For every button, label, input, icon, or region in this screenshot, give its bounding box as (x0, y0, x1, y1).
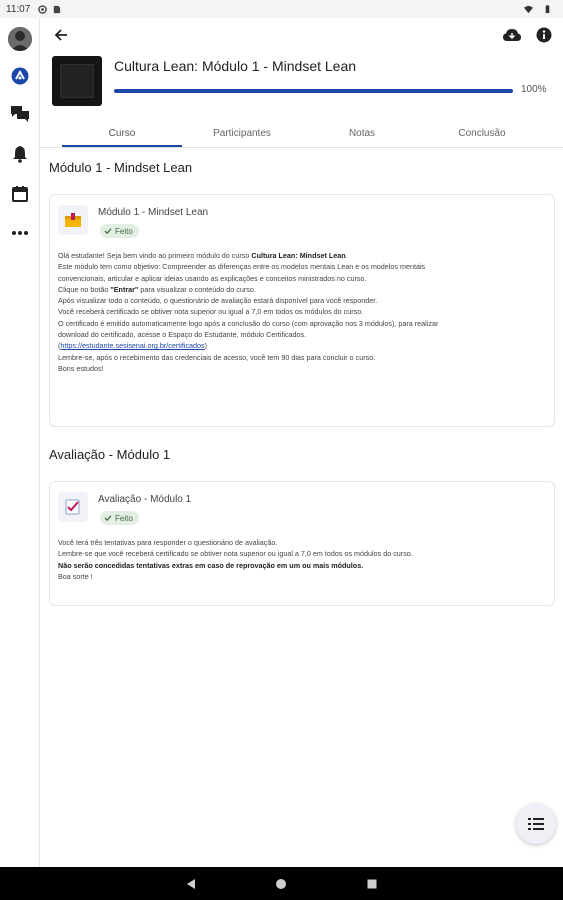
activity-description: Você terá três tentativas para responder… (58, 537, 548, 582)
description-line: (https://estudante.sesisenai.org.br/cert… (58, 341, 208, 351)
sd-card-icon (54, 5, 61, 13)
status-time: 11:07 (6, 3, 31, 15)
description-line: convencionais, articular e aplicar ideia… (58, 273, 367, 283)
nav-home-button[interactable] (273, 876, 289, 892)
description-line: O certificado é emitido automaticamente … (58, 318, 439, 328)
rail-item-calendar[interactable] (8, 182, 32, 206)
course-progress-fill (114, 89, 513, 93)
description-line: Você receberá certificado se obtiver not… (58, 307, 364, 317)
rail-item-notifications[interactable] (8, 142, 32, 166)
info-icon (536, 27, 552, 43)
status-bar: 11:07 (0, 0, 563, 18)
description-line: Não serão concedidas tentativas extras e… (58, 560, 364, 570)
list-icon (528, 818, 544, 830)
description-line: Olá estudante! Seja bem vindo ao primeir… (58, 251, 348, 260)
nav-back-button[interactable] (183, 876, 199, 892)
bell-icon (13, 146, 27, 163)
description-line: Boa sorte ! (58, 571, 93, 581)
nav-recents-button[interactable] (364, 876, 380, 892)
course-index-button[interactable] (516, 804, 556, 844)
completion-badge-label: Feito (115, 513, 133, 523)
dashboard-icon (11, 67, 29, 85)
tab-curso[interactable]: Curso (62, 118, 182, 148)
active-tab-indicator (62, 145, 182, 147)
chat-icon (11, 106, 29, 122)
description-line: Após visualizar todo o conteúdo, o quest… (58, 296, 378, 306)
sync-status-icon (38, 4, 48, 14)
description-line: Clique no botão "Entrar" para visualizar… (58, 284, 256, 294)
completion-badge: Feito (100, 511, 139, 525)
quiz-icon (65, 499, 80, 515)
course-tabs: Curso Participantes Notas Conclusão (40, 118, 563, 148)
completion-badge-label: Feito (115, 226, 133, 236)
avatar-image (8, 27, 32, 51)
battery-icon (545, 4, 550, 13)
app-bar (40, 18, 563, 52)
system-navigation-bar (0, 867, 563, 900)
activity-card[interactable]: Avaliação - Módulo 1 Feito Você terá trê… (49, 481, 555, 606)
section-title: Módulo 1 - Mindset Lean (49, 160, 193, 175)
cloud-download-icon (503, 29, 521, 41)
package-icon (65, 213, 81, 227)
section-title: Avaliação - Módulo 1 (49, 447, 171, 462)
description-line: Lembre-se que você receberá certificado … (58, 549, 413, 559)
description-line: download do certificado, acesse o Espaço… (58, 330, 307, 340)
description-line: Você terá três tentativas para responder… (58, 538, 278, 547)
rail-item-more[interactable] (8, 221, 32, 245)
navigation-rail (0, 18, 40, 867)
course-thumbnail (52, 56, 102, 106)
check-icon (104, 228, 112, 235)
course-title: Cultura Lean: Módulo 1 - Mindset Lean (114, 58, 357, 74)
nav-recents-icon (367, 879, 377, 889)
activity-icon (58, 205, 88, 235)
activity-description: Olá estudante! Seja bem vindo ao primeir… (58, 250, 548, 374)
calendar-icon (12, 186, 28, 202)
course-progress-label: 100% (521, 84, 547, 95)
course-header: Cultura Lean: Módulo 1 - Mindset Lean 10… (52, 56, 552, 110)
nav-back-icon (187, 879, 195, 889)
tab-conclusao[interactable]: Conclusão (422, 118, 542, 148)
check-icon (104, 515, 112, 522)
more-icon (12, 231, 28, 235)
tab-notas[interactable]: Notas (302, 118, 422, 148)
certificates-link[interactable]: https://estudante.sesisenai.org.br/certi… (60, 341, 204, 350)
arrow-left-icon (54, 29, 67, 41)
description-line: Lembre-se, após o recebimento das creden… (58, 352, 376, 362)
course-page: Cultura Lean: Módulo 1 - Mindset Lean 10… (40, 18, 563, 867)
activity-icon (58, 492, 88, 522)
course-progress-bar (114, 89, 513, 93)
activity-name[interactable]: Módulo 1 - Mindset Lean (98, 207, 208, 218)
description-line: Bons estudos! (58, 363, 104, 373)
download-course-button[interactable] (501, 24, 523, 46)
activity-card[interactable]: Módulo 1 - Mindset Lean Feito Olá estuda… (49, 194, 555, 427)
tab-participantes[interactable]: Participantes (182, 118, 302, 148)
description-line: Este módulo tem como objetivo: Compreend… (58, 262, 426, 272)
completion-badge: Feito (100, 224, 139, 238)
nav-home-icon (276, 879, 286, 889)
user-avatar[interactable] (8, 27, 32, 51)
course-info-button[interactable] (533, 24, 555, 46)
wifi-icon (524, 5, 533, 13)
activity-name[interactable]: Avaliação - Módulo 1 (98, 494, 191, 505)
back-button[interactable] (50, 24, 72, 46)
rail-item-messages[interactable] (8, 101, 32, 125)
rail-item-dashboard[interactable] (8, 64, 32, 88)
